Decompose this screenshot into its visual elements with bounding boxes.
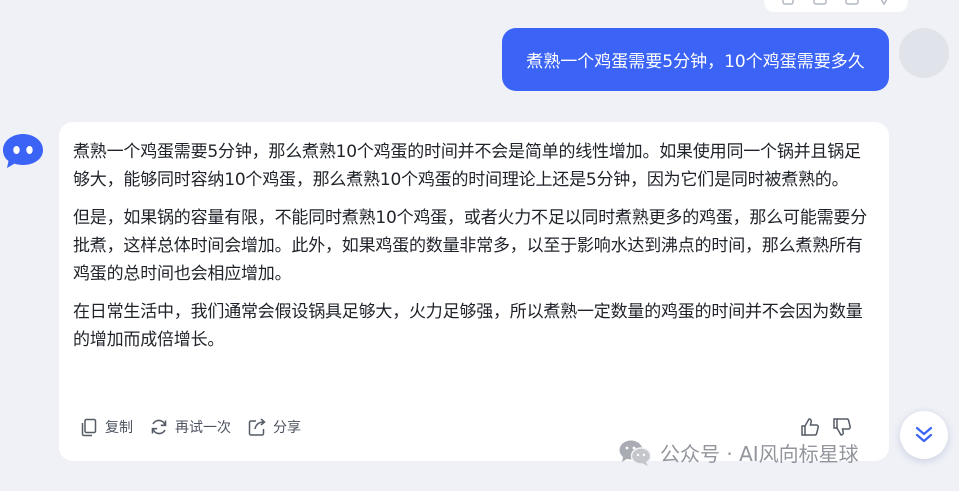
thumbs-down-icon[interactable]	[831, 416, 853, 438]
message-toolbar	[764, 0, 908, 12]
retry-label: 再试一次	[175, 420, 231, 436]
watermark: 公众号 · AI风向标星球	[618, 438, 859, 467]
answer-paragraph: 但是，如果锅的容量有限，不能同时煮熟10个鸡蛋，或者火力不足以同时煮熟更多的鸡蛋…	[73, 208, 868, 284]
answer-paragraph: 在日常生活中，我们通常会假设锅具足够大，火力足够强，所以煮熟一定数量的鸡蛋的时间…	[73, 302, 863, 350]
edit-icon[interactable]	[812, 0, 828, 6]
more-icon[interactable]	[876, 0, 892, 6]
bot-answer-card: 煮熟一个鸡蛋需要5分钟，那么煮熟10个鸡蛋的时间并不会是简单的线性增加。如果使用…	[59, 122, 889, 461]
answer-action-bar: 复制 再试一次 分享	[79, 417, 317, 437]
share-button[interactable]: 分享	[247, 417, 301, 437]
user-avatar	[899, 28, 949, 78]
wechat-icon	[618, 439, 652, 467]
retry-button[interactable]: 再试一次	[149, 417, 231, 437]
thumbs-up-icon[interactable]	[799, 416, 821, 438]
share-label: 分享	[273, 420, 301, 436]
share-icon[interactable]	[844, 0, 860, 6]
copy-label: 复制	[105, 420, 133, 436]
user-message-text: 煮熟一个鸡蛋需要5分钟，10个鸡蛋需要多久	[526, 52, 865, 72]
share-icon	[247, 417, 267, 437]
scroll-to-bottom-button[interactable]	[900, 411, 948, 459]
bot-avatar	[1, 131, 45, 171]
watermark-text: 公众号 · AI风向标星球	[660, 442, 859, 466]
copy-icon	[79, 417, 99, 437]
copy-icon[interactable]	[780, 0, 796, 6]
refresh-icon	[149, 417, 169, 437]
user-message-bubble: 煮熟一个鸡蛋需要5分钟，10个鸡蛋需要多久	[502, 28, 889, 91]
double-chevron-down-icon	[915, 426, 933, 443]
answer-paragraph: 煮熟一个鸡蛋需要5分钟，那么煮熟10个鸡蛋的时间并不会是简单的线性增加。如果使用…	[73, 142, 861, 190]
feedback-group	[799, 416, 863, 438]
copy-button[interactable]: 复制	[79, 417, 133, 437]
bot-avatar-icon	[3, 134, 43, 168]
